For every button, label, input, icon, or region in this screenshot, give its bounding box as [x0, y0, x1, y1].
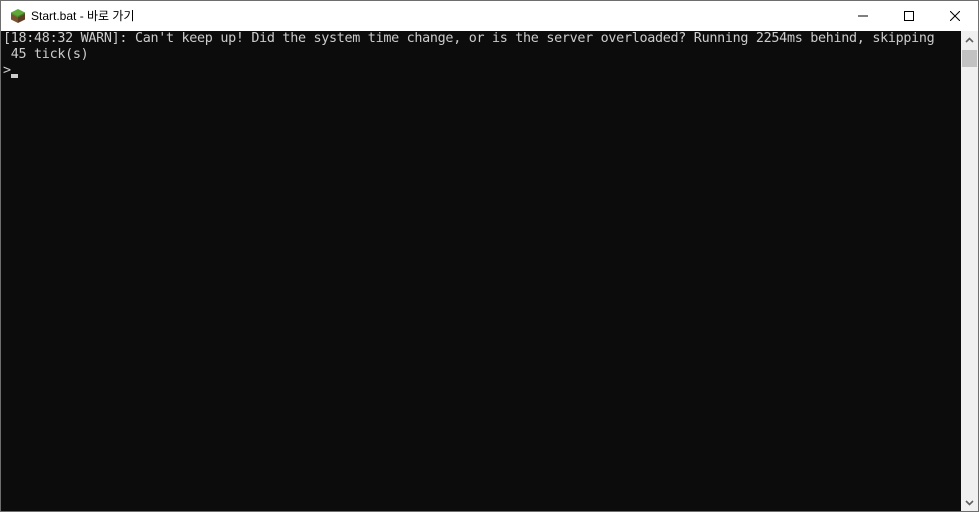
console-line: 45 tick(s)	[3, 47, 89, 62]
scroll-up-button[interactable]	[961, 31, 978, 48]
scroll-thumb[interactable]	[962, 50, 977, 67]
maximize-button[interactable]	[886, 1, 932, 31]
vertical-scrollbar[interactable]	[961, 31, 978, 511]
minimize-button[interactable]	[840, 1, 886, 31]
console-output[interactable]: [18:48:32 WARN]: Can't keep up! Did the …	[1, 31, 961, 511]
minecraft-grass-block-icon	[11, 9, 25, 23]
chevron-up-icon	[965, 36, 974, 43]
chevron-down-icon	[965, 499, 974, 506]
minimize-icon	[858, 15, 868, 17]
maximize-icon	[904, 11, 914, 21]
command-prompt[interactable]: >	[1, 63, 961, 79]
text-cursor	[10, 74, 18, 78]
close-icon	[950, 11, 960, 21]
window-title: Start.bat - 바로 가기	[31, 9, 135, 23]
console-window: Start.bat - 바로 가기 [18:48:32 WARN]: Can't…	[0, 0, 979, 512]
prompt-symbol: >	[3, 63, 11, 78]
title-bar[interactable]: Start.bat - 바로 가기	[1, 1, 978, 31]
scroll-down-button[interactable]	[961, 494, 978, 511]
close-button[interactable]	[932, 1, 978, 31]
console-line: [18:48:32 WARN]: Can't keep up! Did the …	[3, 31, 935, 46]
